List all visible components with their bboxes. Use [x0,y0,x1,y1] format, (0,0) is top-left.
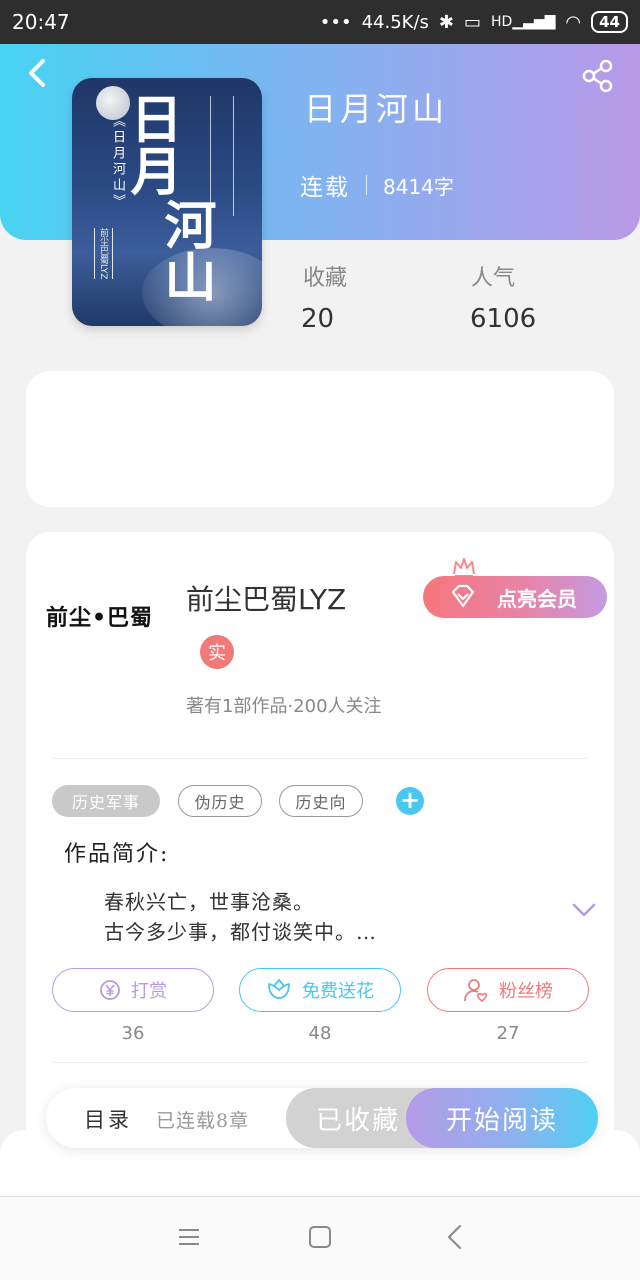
back-nav-button[interactable] [440,1222,470,1252]
vibrate-icon: ▭ [464,11,482,33]
send-flower-button[interactable]: 免费送花 [239,968,401,1012]
author-name[interactable]: 前尘巴蜀LYZ [186,578,346,618]
share-button[interactable] [580,58,616,94]
dots-icon: ••• [319,11,352,33]
book-meta: 连载 8414字 [300,168,454,202]
author-logo[interactable]: 前尘•巴蜀 [46,600,158,631]
cover-title-line1: 日月 [121,92,182,196]
yen-coin-icon [100,980,120,1000]
book-cover[interactable]: 《日月河山》 日月 河山 前尘巴蜀LYZ [72,78,262,326]
divider [52,758,588,759]
status-time: 20:47 [12,10,70,34]
fan-count: 27 [496,1023,520,1044]
fan-ranking-label: 粉丝榜 [499,981,553,1002]
tag-item[interactable]: 伪历史 [178,785,262,817]
popularity-value: 6106 [470,304,537,334]
expand-intro-button[interactable] [570,896,598,924]
diamond-icon [451,584,475,608]
bluetooth-icon: ✱ [438,11,454,33]
home-nav-button[interactable] [305,1222,335,1252]
cover-decoration [210,96,234,216]
vip-membership-button[interactable]: 点亮会员 [423,576,607,618]
send-flower-label: 免费送花 [302,981,374,1002]
start-reading-label: 开始阅读 [445,1105,558,1136]
meta-divider [366,175,367,195]
collected-label: 已收藏 [316,1105,401,1136]
flower-count: 48 [308,1023,332,1044]
intro-line: 春秋兴亡，世事沧桑。 [104,890,314,914]
back-triangle-icon [448,1225,461,1249]
tag-item[interactable]: 历史向 [279,785,363,817]
battery-icon: 44 [591,11,628,33]
vip-button-label: 点亮会员 [497,586,577,611]
favorites-value: 20 [301,304,335,334]
book-status: 连载 [300,175,350,201]
divider [52,1062,588,1063]
status-indicators: ••• 44.5K/s ✱ ▭ HD▁▃▅▇ ◠ 44 [320,11,628,33]
start-reading-button[interactable]: 开始阅读 [406,1088,598,1148]
reward-count: 36 [121,1023,145,1044]
signal-icon: HD▁▃▅▇ [491,14,556,30]
intro-heading: 作品简介: [64,842,170,867]
word-count: 8414字 [383,174,454,199]
home-square-icon [309,1226,331,1248]
reward-label: 打赏 [131,981,167,1002]
author-summary: 著有1部作品·200人关注 [186,696,382,717]
add-tag-button[interactable]: + [396,787,424,815]
book-title: 日月河山 [304,90,449,128]
user-heart-icon [464,979,488,1003]
crown-icon [453,558,475,577]
blank-card [26,371,614,507]
back-arrow-icon [29,59,45,87]
share-icon [582,59,613,93]
chevron-down-icon [572,903,596,917]
verified-badge: 实 [200,635,234,669]
cover-author: 前尘巴蜀LYZ [94,228,113,280]
fan-ranking-button[interactable]: 粉丝榜 [427,968,589,1012]
tag-item[interactable]: 历史军事 [52,785,160,817]
reward-button[interactable]: 打赏 [52,968,214,1012]
menu-nav-button[interactable] [174,1222,204,1252]
favorites-label: 收藏 [303,266,348,291]
flower-icon [268,979,290,999]
wifi-icon: ◠ [565,11,582,33]
intro-line: 古今多少事，都付谈笑中。… [104,920,377,944]
menu-icon [179,1229,199,1245]
network-type: HD [491,14,513,30]
popularity-label: 人气 [471,266,516,291]
chapter-count[interactable]: 已连载8章 [156,1106,249,1133]
back-button[interactable] [22,56,52,90]
status-bar: 20:47 ••• 44.5K/s ✱ ▭ HD▁▃▅▇ ◠ 44 [0,0,640,44]
network-speed: 44.5K/s [361,11,429,33]
cover-title-line2: 河山 [155,198,216,302]
table-of-contents-button[interactable]: 目录 [84,1104,132,1134]
